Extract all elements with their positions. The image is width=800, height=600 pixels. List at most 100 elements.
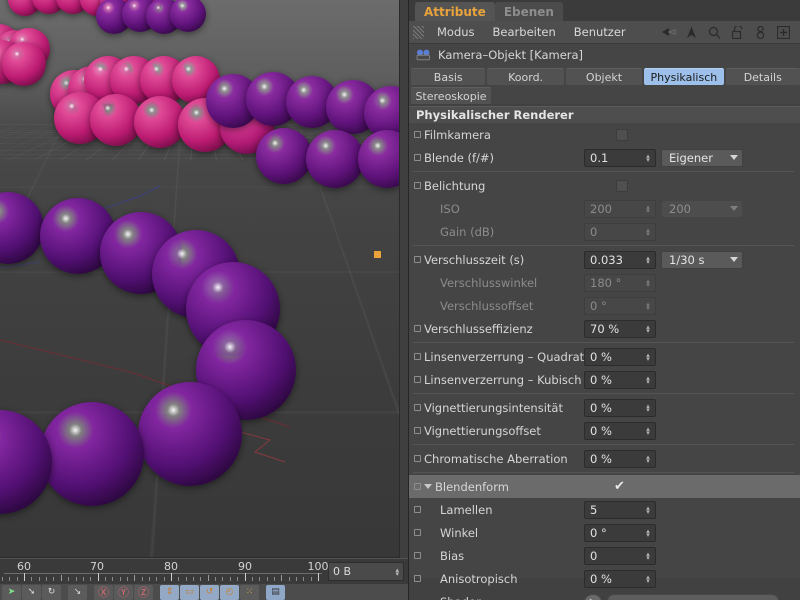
property-control[interactable]: ✔ [584, 480, 628, 493]
stepper-icon[interactable]: ▴ ▾ [644, 254, 652, 265]
shader-preview-button[interactable]: ▶ [584, 593, 602, 600]
rotate-tool-icon[interactable]: ↻ [42, 584, 61, 600]
property-row-verschlusseffizienz[interactable]: Verschlusseffizienz 70 % ▴ ▾ [409, 317, 800, 340]
animation-track-icon[interactable] [414, 455, 421, 462]
stepper-icon[interactable]: ▴ ▾ [644, 277, 652, 288]
move-tool-icon[interactable]: ➤ [2, 584, 21, 600]
number-input-lens-quad[interactable]: 0 % ▴ ▾ [584, 347, 656, 366]
property-row-belichtung[interactable]: Belichtung [409, 174, 800, 197]
object-tab-bar[interactable]: Basis Koord. Objekt Physikalisch Details… [409, 66, 800, 104]
number-input-chroma[interactable]: 0 % ▴ ▾ [584, 449, 656, 468]
animation-track-icon[interactable] [414, 529, 421, 536]
property-control[interactable]: 0 % ▴ ▾ [584, 421, 656, 440]
stepper-icon[interactable]: ▴ ▾ [644, 453, 652, 464]
animation-track-icon[interactable] [414, 575, 421, 582]
render-view-icon[interactable]: ▤ [266, 584, 285, 600]
person-icon[interactable] [753, 25, 768, 40]
panel-tab-bar[interactable]: Attribute Ebenen [409, 0, 800, 21]
property-row-vig-int[interactable]: Vignettierungsintensität 0 % ▴ ▾ [409, 396, 800, 419]
animation-track-icon[interactable] [414, 131, 421, 138]
animation-track-icon[interactable] [414, 427, 421, 434]
property-control[interactable]: 0 ° ▴ ▾ [584, 523, 656, 542]
property-control[interactable]: 0 % ▴ ▾ [584, 449, 656, 468]
animation-track-icon[interactable] [414, 483, 421, 490]
menu-benutzer[interactable]: Benutzer [565, 21, 635, 44]
number-input-bias[interactable]: 0 ▴ ▾ [584, 546, 656, 565]
stepper-icon[interactable]: ▴ ▾ [644, 550, 652, 561]
scale-tool-icon[interactable]: ➘ [22, 584, 41, 600]
number-input-gain[interactable]: 0 ▴ ▾ [584, 222, 656, 241]
bottom-toolbar[interactable]: ➤ ➘ ↻ ↘ Ⓧ Ⓨ Ⓩ ⇕ ▭ ↺ ◴ ⁙ ▤ [0, 584, 408, 600]
number-input-lens-kub[interactable]: 0 % ▴ ▾ [584, 370, 656, 389]
stepper-icon[interactable]: ▴ ▾ [644, 573, 652, 584]
property-row-lamellen[interactable]: Lamellen 5 ▴ ▾ [409, 498, 800, 521]
animation-track-icon[interactable] [414, 353, 421, 360]
menu-bearbeiten[interactable]: Bearbeiten [484, 21, 565, 44]
property-control[interactable]: 0 ° ▴ ▾ [584, 296, 656, 315]
tab-objekt[interactable]: Objekt [565, 68, 643, 85]
number-input-blende[interactable]: 0.1 ▴ ▾ [584, 148, 656, 167]
menu-modus[interactable]: Modus [428, 21, 484, 44]
checkbox-belichtung[interactable] [616, 179, 628, 192]
add-icon[interactable] [776, 25, 791, 40]
number-input-lamellen[interactable]: 5 ▴ ▾ [584, 500, 656, 519]
attribute-menu-bar[interactable]: Modus Bearbeiten Benutzer [409, 21, 800, 44]
dropdown-iso[interactable]: 200 [661, 199, 743, 218]
tab-basis[interactable]: Basis [411, 68, 486, 85]
animation-track-icon[interactable] [414, 154, 421, 161]
world-axis-icon[interactable]: ⇕ [160, 584, 179, 600]
chevron-down-icon[interactable] [730, 257, 738, 262]
frame-ruler[interactable]: 60 70 80 90 100 [2, 559, 329, 585]
property-row-bias[interactable]: Bias 0 ▴ ▾ [409, 544, 800, 567]
disclosure-triangle-icon[interactable] [424, 484, 432, 489]
stepper-icon[interactable]: ▴ ▾ [644, 504, 652, 515]
stepper-icon[interactable]: ▴ ▾ [395, 566, 399, 577]
number-input-iso[interactable]: 200 ▴ ▾ [584, 199, 656, 218]
rotate-axis-icon[interactable]: ↺ [200, 584, 219, 600]
number-input-verschlusseffizienz[interactable]: 70 % ▴ ▾ [584, 319, 656, 338]
perspective-viewport[interactable] [0, 0, 400, 558]
tab-stereoskopie[interactable]: Stereoskopie [411, 87, 491, 104]
back-arrow-icon[interactable] [661, 25, 676, 40]
dropdown-verschlusszeit[interactable]: 1/30 s [661, 250, 743, 269]
property-row-verschlussoffset[interactable]: Verschlussoffset 0 ° ▴ ▾ [409, 294, 800, 317]
property-row-filmkamera[interactable]: Filmkamera [409, 123, 800, 146]
number-input-vig-off[interactable]: 0 % ▴ ▾ [584, 421, 656, 440]
search-icon[interactable] [707, 25, 722, 40]
stepper-icon[interactable]: ▴ ▾ [644, 425, 652, 436]
property-control[interactable]: 200 ▴ ▾ 200 [584, 199, 743, 218]
stepper-icon[interactable]: ▴ ▾ [644, 351, 652, 362]
property-row-winkel[interactable]: Winkel 0 ° ▴ ▾ [409, 521, 800, 544]
stepper-icon[interactable]: ▴ ▾ [644, 402, 652, 413]
stepper-icon[interactable]: ▴ ▾ [644, 203, 652, 214]
property-row-lens-quad[interactable]: Linsenverzerrung – Quadratisch 0 % ▴▾ [409, 345, 800, 368]
chevron-down-icon[interactable] [730, 155, 738, 160]
tab-ebenen[interactable]: Ebenen [494, 2, 563, 21]
stepper-icon[interactable]: ▴ ▾ [644, 152, 652, 163]
number-input-verschlusszeit[interactable]: 0.033 ▴ ▾ [584, 250, 656, 269]
property-control[interactable]: 0 ▴ ▾ [584, 546, 656, 565]
property-control[interactable]: 0 % ▴ ▾ [584, 347, 656, 366]
property-row-iso[interactable]: ISO 200 ▴ ▾ 200 [409, 197, 800, 220]
lock-y-icon[interactable]: Ⓨ [114, 584, 133, 600]
checkbox-filmkamera[interactable] [616, 128, 628, 141]
stepper-icon[interactable]: ▴ ▾ [644, 374, 652, 385]
property-row-blende[interactable]: Blende (f/#) 0.1 ▴ ▾ Eigener [409, 146, 800, 169]
number-input-vig-int[interactable]: 0 % ▴ ▾ [584, 398, 656, 417]
stepper-icon[interactable]: ▴ ▾ [644, 300, 652, 311]
animation-track-icon[interactable] [414, 182, 421, 189]
magnet-tool-icon[interactable]: ↘ [68, 584, 87, 600]
property-control[interactable]: 0 % ▴ ▾ [584, 569, 656, 588]
dropdown-blende[interactable]: Eigener [661, 148, 743, 167]
property-control[interactable]: 0.1 ▴ ▾ Eigener [584, 148, 743, 167]
shader-slot-field[interactable] [607, 594, 779, 600]
animation-track-icon[interactable] [414, 404, 421, 411]
property-control[interactable]: ▶ [584, 593, 779, 600]
animation-track-icon[interactable] [414, 256, 421, 263]
property-control[interactable]: 0 % ▴ ▾ [584, 398, 656, 417]
stepper-icon[interactable]: ▴ ▾ [644, 323, 652, 334]
number-input-verschlusswinkel[interactable]: 180 ° ▴ ▾ [584, 273, 656, 292]
property-row-blendenform[interactable]: Blendenform ✔ [409, 475, 800, 498]
property-row-gain[interactable]: Gain (dB) 0 ▴ ▾ [409, 220, 800, 243]
property-row-verschlusswinkel[interactable]: Verschlusswinkel 180 ° ▴ ▾ [409, 271, 800, 294]
